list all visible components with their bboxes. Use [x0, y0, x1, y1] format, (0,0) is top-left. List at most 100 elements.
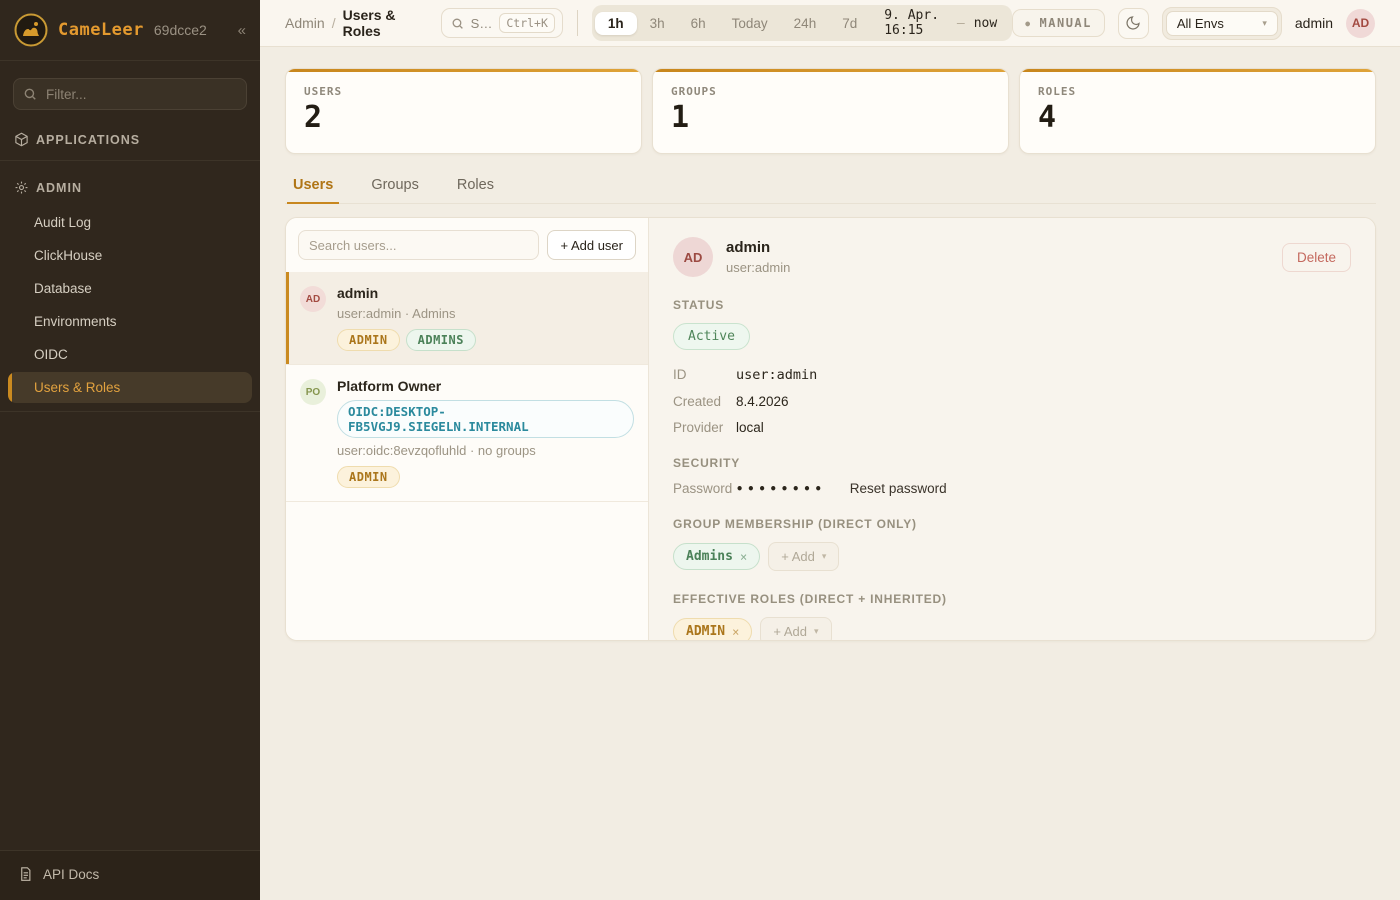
sidebar-filter-input[interactable] [13, 78, 247, 110]
delete-user-button[interactable]: Delete [1282, 243, 1351, 272]
users-panel: + Add user AD admin user:admin · Admins … [285, 217, 1376, 641]
breadcrumb-admin[interactable]: Admin [285, 15, 325, 31]
reset-password-link[interactable]: Reset password [850, 481, 947, 496]
page-content: USERS 2 GROUPS 1 ROLES 4 Users Groups Ro… [260, 47, 1400, 900]
refresh-mode-badge[interactable]: ● MANUAL [1012, 9, 1105, 37]
stat-value: 1 [671, 103, 990, 133]
tab-roles[interactable]: Roles [451, 177, 500, 203]
tab-groups[interactable]: Groups [365, 177, 425, 203]
time-from[interactable]: 9. Apr. 16:15 [884, 8, 948, 38]
field-label: ID [673, 367, 736, 382]
close-icon[interactable]: × [732, 625, 739, 639]
group-badge-admins: ADMINS [406, 329, 476, 351]
time-to[interactable]: now [974, 16, 997, 31]
password-row: Password •••••••• Reset password [673, 481, 1351, 496]
api-docs-label: API Docs [43, 867, 99, 882]
detail-identity: admin user:admin [726, 237, 790, 275]
oidc-issuer-badge: OIDC:DESKTOP-FB5VGJ9.SIEGELN.INTERNAL [337, 400, 634, 438]
avatar: AD [673, 237, 713, 277]
env-select-inner: All Envs ▾ [1166, 11, 1278, 36]
time-chip-6h[interactable]: 6h [678, 12, 719, 35]
stat-card-users: USERS 2 [285, 68, 642, 154]
sidebar-item-database[interactable]: Database [8, 273, 252, 304]
chevron-down-icon: ▾ [822, 551, 827, 562]
add-user-button[interactable]: + Add user [547, 230, 636, 260]
time-chip-today[interactable]: Today [719, 12, 781, 35]
time-chip-1h[interactable]: 1h [595, 12, 637, 35]
sidebar-collapse-icon[interactable]: « [238, 23, 246, 38]
stats-row: USERS 2 GROUPS 1 ROLES 4 [285, 68, 1376, 154]
sidebar-item-audit-log[interactable]: Audit Log [8, 207, 252, 238]
add-label: + Add [773, 624, 807, 639]
section-label: APPLICATIONS [36, 133, 140, 147]
global-search-button[interactable]: S… Ctrl+K [441, 8, 563, 38]
tab-users[interactable]: Users [287, 177, 339, 203]
close-icon[interactable]: × [740, 550, 747, 564]
time-separator: — [957, 16, 965, 31]
time-chip-24h[interactable]: 24h [781, 12, 830, 35]
avatar: PO [300, 379, 326, 405]
sidebar-item-environments[interactable]: Environments [8, 306, 252, 337]
header-divider [577, 10, 578, 36]
user-list-item-admin[interactable]: AD admin user:admin · Admins ADMIN ADMIN… [286, 272, 648, 365]
role-badge-admin: ADMIN [337, 466, 400, 488]
security-section-heading: SECURITY [673, 456, 1351, 470]
user-list-toolbar: + Add user [286, 218, 648, 272]
sidebar-nav: Audit Log ClickHouse Database Environmen… [0, 205, 260, 405]
stat-label: ROLES [1038, 85, 1357, 98]
search-placeholder-text: S… [471, 16, 493, 31]
tab-bar: Users Groups Roles [285, 177, 1376, 204]
sidebar-section-applications: APPLICATIONS [0, 132, 260, 147]
user-name: admin [337, 285, 476, 301]
main-area: Admin / Users & Roles S… Ctrl+K 1h 3h 6h… [260, 0, 1400, 900]
field-row-created: Created 8.4.2026 [673, 394, 1351, 409]
section-label: ADMIN [36, 181, 82, 195]
sidebar-brand: CameLeer 69dcce2 « [0, 0, 260, 61]
add-role-button[interactable]: + Add ▾ [760, 617, 831, 641]
breadcrumb-current: Users & Roles [343, 7, 425, 39]
group-chip-admins: Admins × [673, 543, 760, 570]
status-section-heading: STATUS [673, 298, 1351, 312]
sidebar-item-users-roles[interactable]: Users & Roles [8, 372, 252, 403]
sidebar-item-clickhouse[interactable]: ClickHouse [8, 240, 252, 271]
field-value-provider: local [736, 420, 764, 435]
env-select[interactable]: All Envs ▾ [1162, 7, 1282, 40]
time-chip-3h[interactable]: 3h [637, 12, 678, 35]
search-icon [451, 17, 464, 30]
search-users-input[interactable] [298, 230, 539, 260]
refresh-mode-label: MANUAL [1040, 16, 1092, 30]
time-chip-7d[interactable]: 7d [829, 12, 870, 35]
chip-label: Admins [686, 549, 733, 564]
theme-toggle-button[interactable] [1118, 8, 1149, 39]
top-header: Admin / Users & Roles S… Ctrl+K 1h 3h 6h… [260, 0, 1400, 47]
field-value-created: 8.4.2026 [736, 394, 789, 409]
detail-user-name: admin [726, 239, 790, 256]
detail-user-id: user:admin [726, 260, 790, 275]
user-avatar[interactable]: AD [1346, 9, 1375, 38]
user-badges: ADMIN [337, 466, 634, 488]
user-list-item-platform-owner[interactable]: PO Platform Owner OIDC:DESKTOP-FB5VGJ9.S… [286, 365, 648, 502]
group-chips-row: Admins × + Add ▾ [673, 542, 1351, 571]
breadcrumb-separator: / [332, 15, 336, 31]
sidebar-divider [0, 160, 260, 161]
time-range-display: 9. Apr. 16:15 — now [884, 8, 997, 38]
password-label: Password [673, 481, 736, 496]
chevron-down-icon: ▾ [814, 626, 819, 637]
brand-build: 69dcce2 [154, 22, 207, 38]
time-range-group: 1h 3h 6h Today 24h 7d 9. Apr. 16:15 — no… [592, 5, 1012, 41]
user-badges: ADMIN ADMINS [337, 329, 476, 351]
add-group-button[interactable]: + Add ▾ [768, 542, 839, 571]
document-icon [18, 866, 33, 882]
field-value-id: user:admin [736, 367, 817, 383]
sidebar-item-oidc[interactable]: OIDC [8, 339, 252, 370]
box-icon [14, 132, 29, 147]
brand-name: CameLeer [58, 20, 144, 40]
env-select-value: All Envs [1177, 16, 1224, 31]
chip-label: ADMIN [686, 624, 725, 639]
user-meta: user:admin · Admins [337, 306, 476, 321]
field-label: Created [673, 394, 736, 409]
sidebar-filter [13, 78, 247, 110]
stat-card-roles: ROLES 4 [1019, 68, 1376, 154]
group-membership-heading: GROUP MEMBERSHIP (DIRECT ONLY) [673, 517, 1351, 531]
api-docs-link[interactable]: API Docs [0, 850, 260, 900]
